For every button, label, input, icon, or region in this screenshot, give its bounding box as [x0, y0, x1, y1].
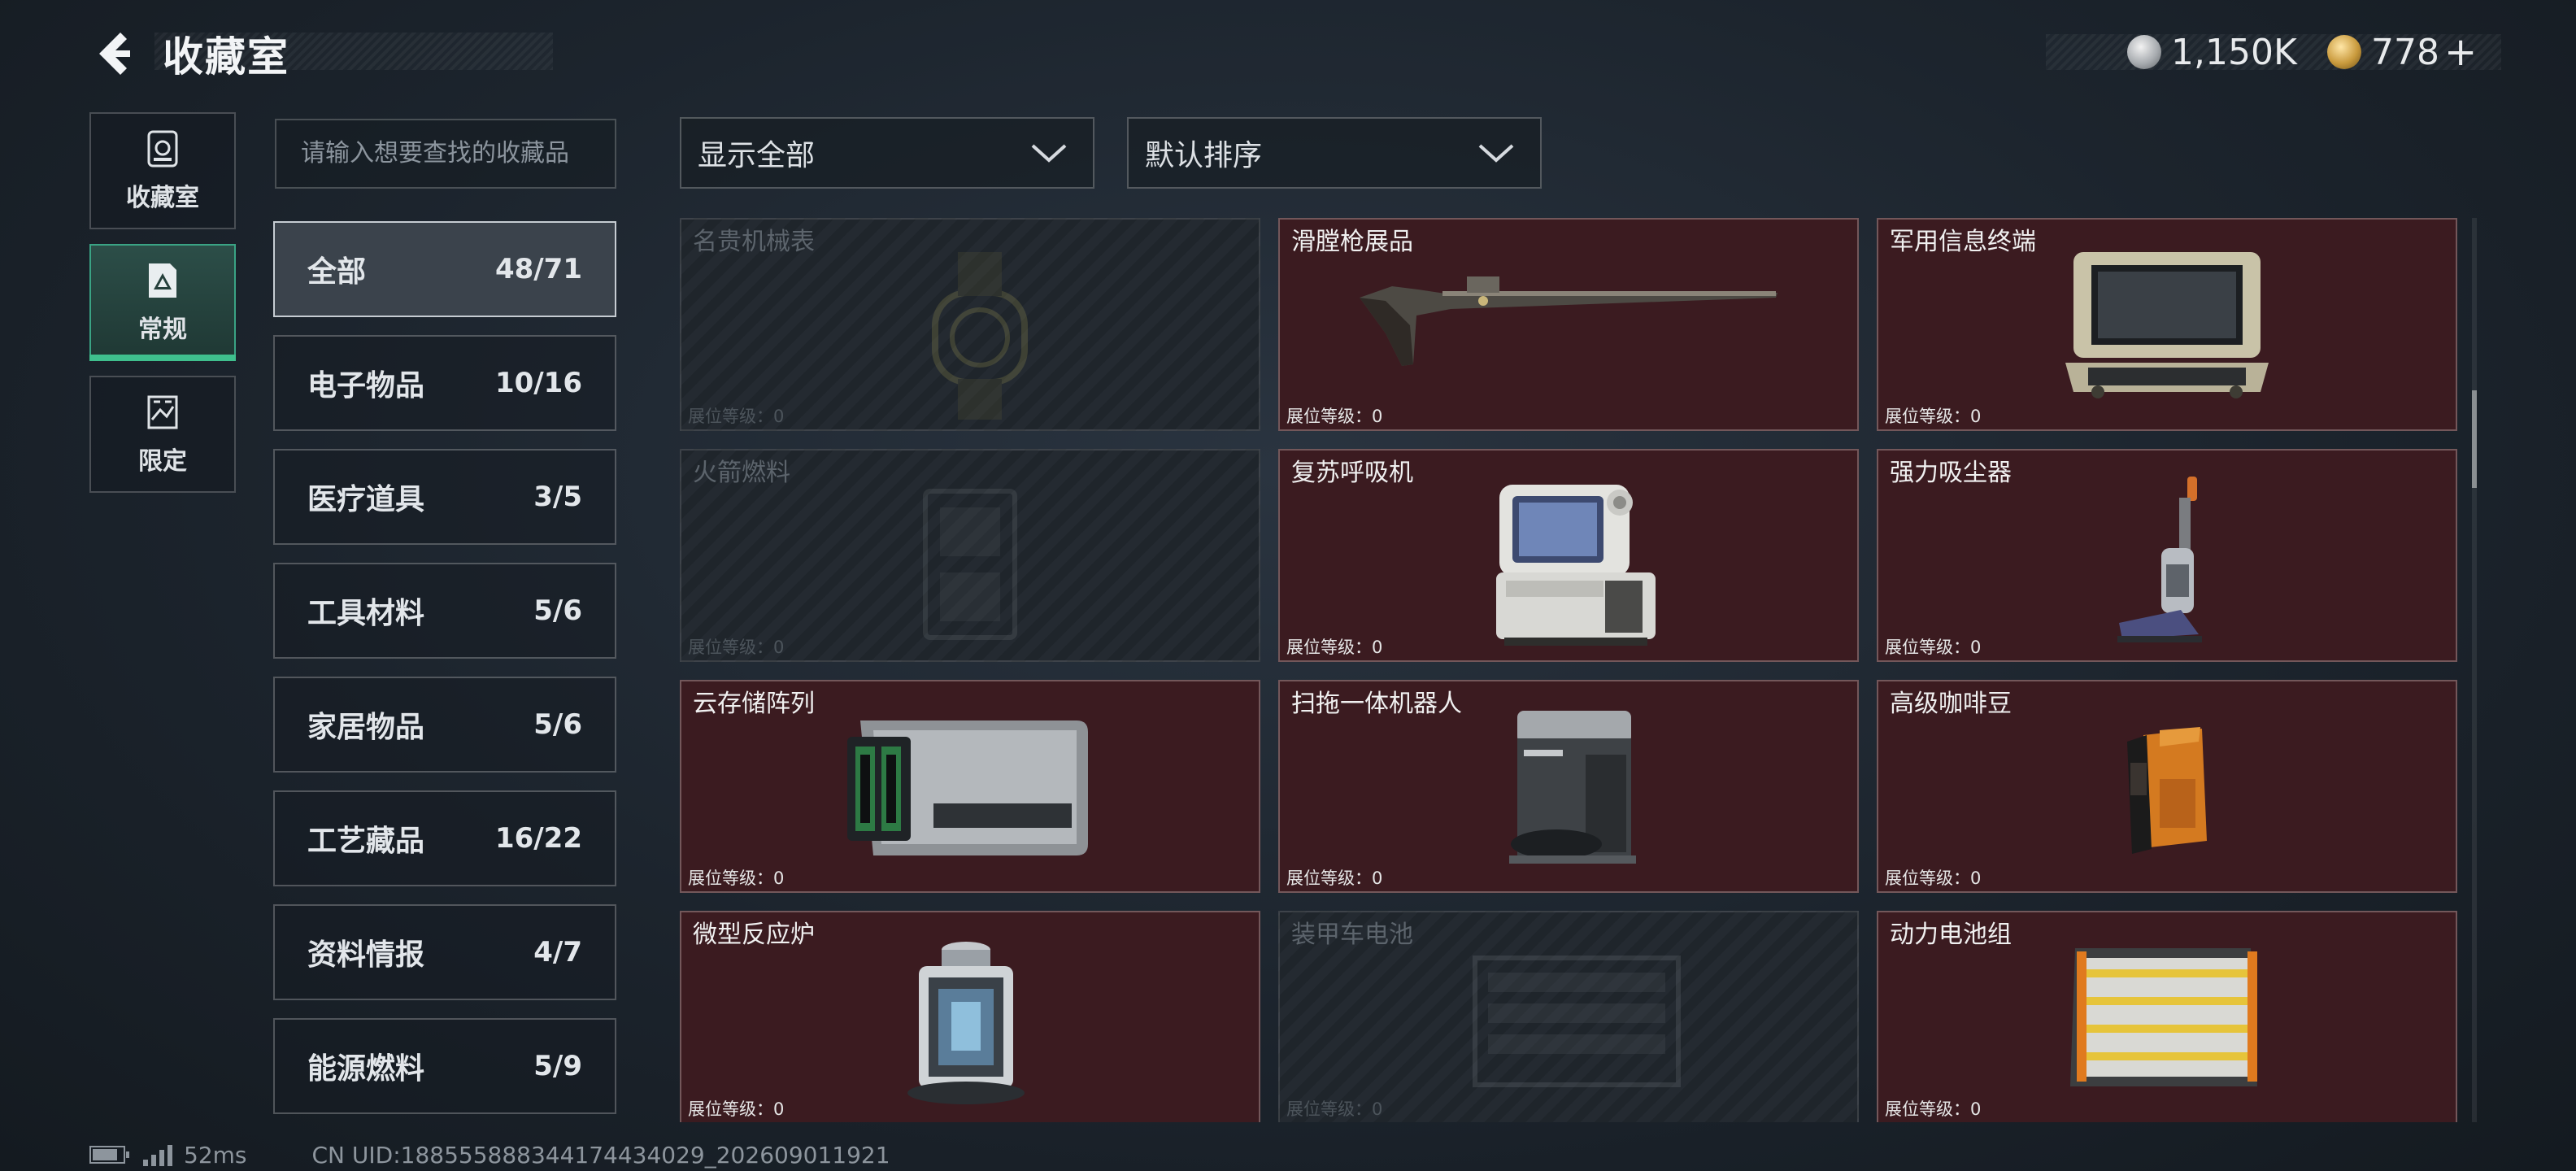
rail-tab-vault[interactable]: 收藏室 — [89, 112, 236, 229]
collection-grid: 名贵机械表 展位等级：0 滑膛枪展品 展位等级：0 军用信息终端 展位等级：0 — [680, 218, 2465, 1122]
item-name: 微型反应炉 — [693, 921, 815, 949]
item-card-coffee-beans[interactable]: 高级咖啡豆 展位等级：0 — [1877, 680, 2457, 893]
category-name: 工艺藏品 — [307, 825, 425, 858]
item-booth-level: 展位等级：0 — [1885, 407, 1982, 426]
item-card-watch[interactable]: 名贵机械表 展位等级：0 — [680, 218, 1260, 431]
category-all[interactable]: 全部 48/71 — [273, 221, 616, 317]
item-booth-level: 展位等级：0 — [1286, 1099, 1383, 1119]
category-count: 10/16 — [494, 367, 582, 399]
category-count: 5/9 — [533, 1050, 582, 1082]
gold-coin-icon — [2327, 35, 2361, 69]
signal-icon — [143, 1143, 172, 1166]
page-title: 收藏室 — [163, 33, 289, 81]
category-count: 3/5 — [533, 481, 582, 513]
sort-value: 默认排序 — [1145, 139, 1263, 172]
show-filter-value: 显示全部 — [698, 139, 816, 172]
item-booth-level: 展位等级：0 — [1286, 868, 1383, 888]
chevron-down-icon — [1031, 144, 1067, 163]
category-household[interactable]: 家居物品 5/6 — [273, 677, 616, 773]
category-medical[interactable]: 医疗道具 3/5 — [273, 449, 616, 545]
rail-label-limited: 限定 — [138, 447, 187, 476]
category-count: 48/71 — [494, 253, 582, 285]
item-card-micro-reactor[interactable]: 微型反应炉 展位等级：0 — [680, 911, 1260, 1122]
item-card-power-battery-pack[interactable]: 动力电池组 展位等级：0 — [1877, 911, 2457, 1122]
rail-tab-limited[interactable]: 限定 — [89, 376, 236, 493]
silver-currency: 1,150K — [2127, 29, 2297, 75]
rail-label-vault: 收藏室 — [126, 184, 199, 212]
rail-label-regular: 常规 — [138, 316, 187, 344]
item-card-storage-array[interactable]: 云存储阵列 展位等级：0 — [680, 680, 1260, 893]
silver-coin-icon — [2127, 35, 2161, 69]
uid-readout: CN UID:188555888344174434029_20260901192… — [311, 1141, 890, 1169]
item-card-military-terminal[interactable]: 军用信息终端 展位等级：0 — [1877, 218, 2457, 431]
category-intel[interactable]: 资料情报 4/7 — [273, 904, 616, 1000]
category-name: 电子物品 — [307, 369, 425, 403]
category-count: 5/6 — [533, 594, 582, 627]
back-arrow-icon — [99, 33, 130, 75]
item-card-musket[interactable]: 滑膛枪展品 展位等级：0 — [1278, 218, 1859, 431]
category-count: 4/7 — [533, 936, 582, 969]
item-card-rocket-fuel[interactable]: 火箭燃料 展位等级：0 — [680, 449, 1260, 662]
category-name: 资料情报 — [307, 938, 425, 972]
item-name: 火箭燃料 — [693, 459, 790, 487]
sort-dropdown[interactable]: 默认排序 — [1127, 117, 1542, 189]
item-booth-level: 展位等级：0 — [1885, 868, 1982, 888]
silver-amount: 1,150K — [2171, 31, 2297, 73]
rail-tab-regular[interactable]: 常规 — [89, 244, 236, 361]
category-name: 家居物品 — [307, 711, 425, 744]
category-name: 全部 — [307, 255, 367, 289]
status-footer: 52ms CN UID:188555888344174434029_202609… — [89, 1138, 890, 1171]
category-electronics[interactable]: 电子物品 10/16 — [273, 335, 616, 431]
category-crafts[interactable]: 工艺藏品 16/22 — [273, 790, 616, 886]
category-name: 医疗道具 — [307, 483, 425, 516]
show-filter-dropdown[interactable]: 显示全部 — [680, 117, 1094, 189]
item-booth-level: 展位等级：0 — [1286, 638, 1383, 657]
item-card-armored-battery[interactable]: 装甲车电池 展位等级：0 — [1278, 911, 1859, 1122]
item-name: 强力吸尘器 — [1890, 459, 2012, 487]
item-name: 复苏呼吸机 — [1291, 459, 1413, 487]
category-count: 5/6 — [533, 708, 582, 741]
item-card-robot-vacuum[interactable]: 扫拖一体机器人 展位等级：0 — [1278, 680, 1859, 893]
item-booth-level: 展位等级：0 — [1885, 638, 1982, 657]
item-booth-level: 展位等级：0 — [688, 1099, 785, 1119]
gold-currency[interactable]: 778 + — [2327, 29, 2477, 75]
item-name: 滑膛枪展品 — [1291, 228, 1413, 256]
vault-icon — [147, 130, 178, 168]
item-booth-level: 展位等级：0 — [1286, 407, 1383, 426]
item-name: 云存储阵列 — [693, 690, 815, 718]
search-input[interactable]: 请输入想要查找的收藏品 — [275, 119, 616, 189]
item-booth-level: 展位等级：0 — [688, 407, 785, 426]
regular-collection-icon — [149, 263, 176, 298]
item-booth-level: 展位等级：0 — [688, 638, 785, 657]
category-count: 16/22 — [494, 822, 582, 855]
ping-readout: 52ms — [184, 1141, 247, 1169]
item-name: 动力电池组 — [1890, 921, 2012, 949]
chevron-down-icon — [1478, 144, 1514, 163]
category-name: 能源燃料 — [307, 1052, 425, 1086]
category-name: 工具材料 — [307, 597, 425, 630]
grid-scrollbar[interactable] — [2472, 218, 2477, 1122]
top-bar: 收藏室 1,150K 778 + — [0, 0, 2576, 106]
category-energy[interactable]: 能源燃料 5/9 — [273, 1018, 616, 1114]
item-name: 名贵机械表 — [693, 228, 815, 256]
item-card-ventilator[interactable]: 复苏呼吸机 展位等级：0 — [1278, 449, 1859, 662]
item-name: 高级咖啡豆 — [1890, 690, 2012, 718]
battery-icon — [89, 1146, 129, 1164]
item-name: 扫拖一体机器人 — [1291, 690, 1462, 718]
scrollbar-thumb[interactable] — [2472, 390, 2477, 488]
item-card-vacuum-cleaner[interactable]: 强力吸尘器 展位等级：0 — [1877, 449, 2457, 662]
item-booth-level: 展位等级：0 — [688, 868, 785, 888]
add-currency-button[interactable]: + — [2444, 29, 2477, 75]
category-tools[interactable]: 工具材料 5/6 — [273, 563, 616, 659]
item-name: 装甲车电池 — [1291, 921, 1413, 949]
limited-collection-icon — [147, 395, 178, 429]
item-name: 军用信息终端 — [1890, 228, 2036, 256]
gold-amount: 778 — [2371, 31, 2439, 73]
back-button[interactable] — [88, 28, 140, 80]
item-booth-level: 展位等级：0 — [1885, 1099, 1982, 1119]
